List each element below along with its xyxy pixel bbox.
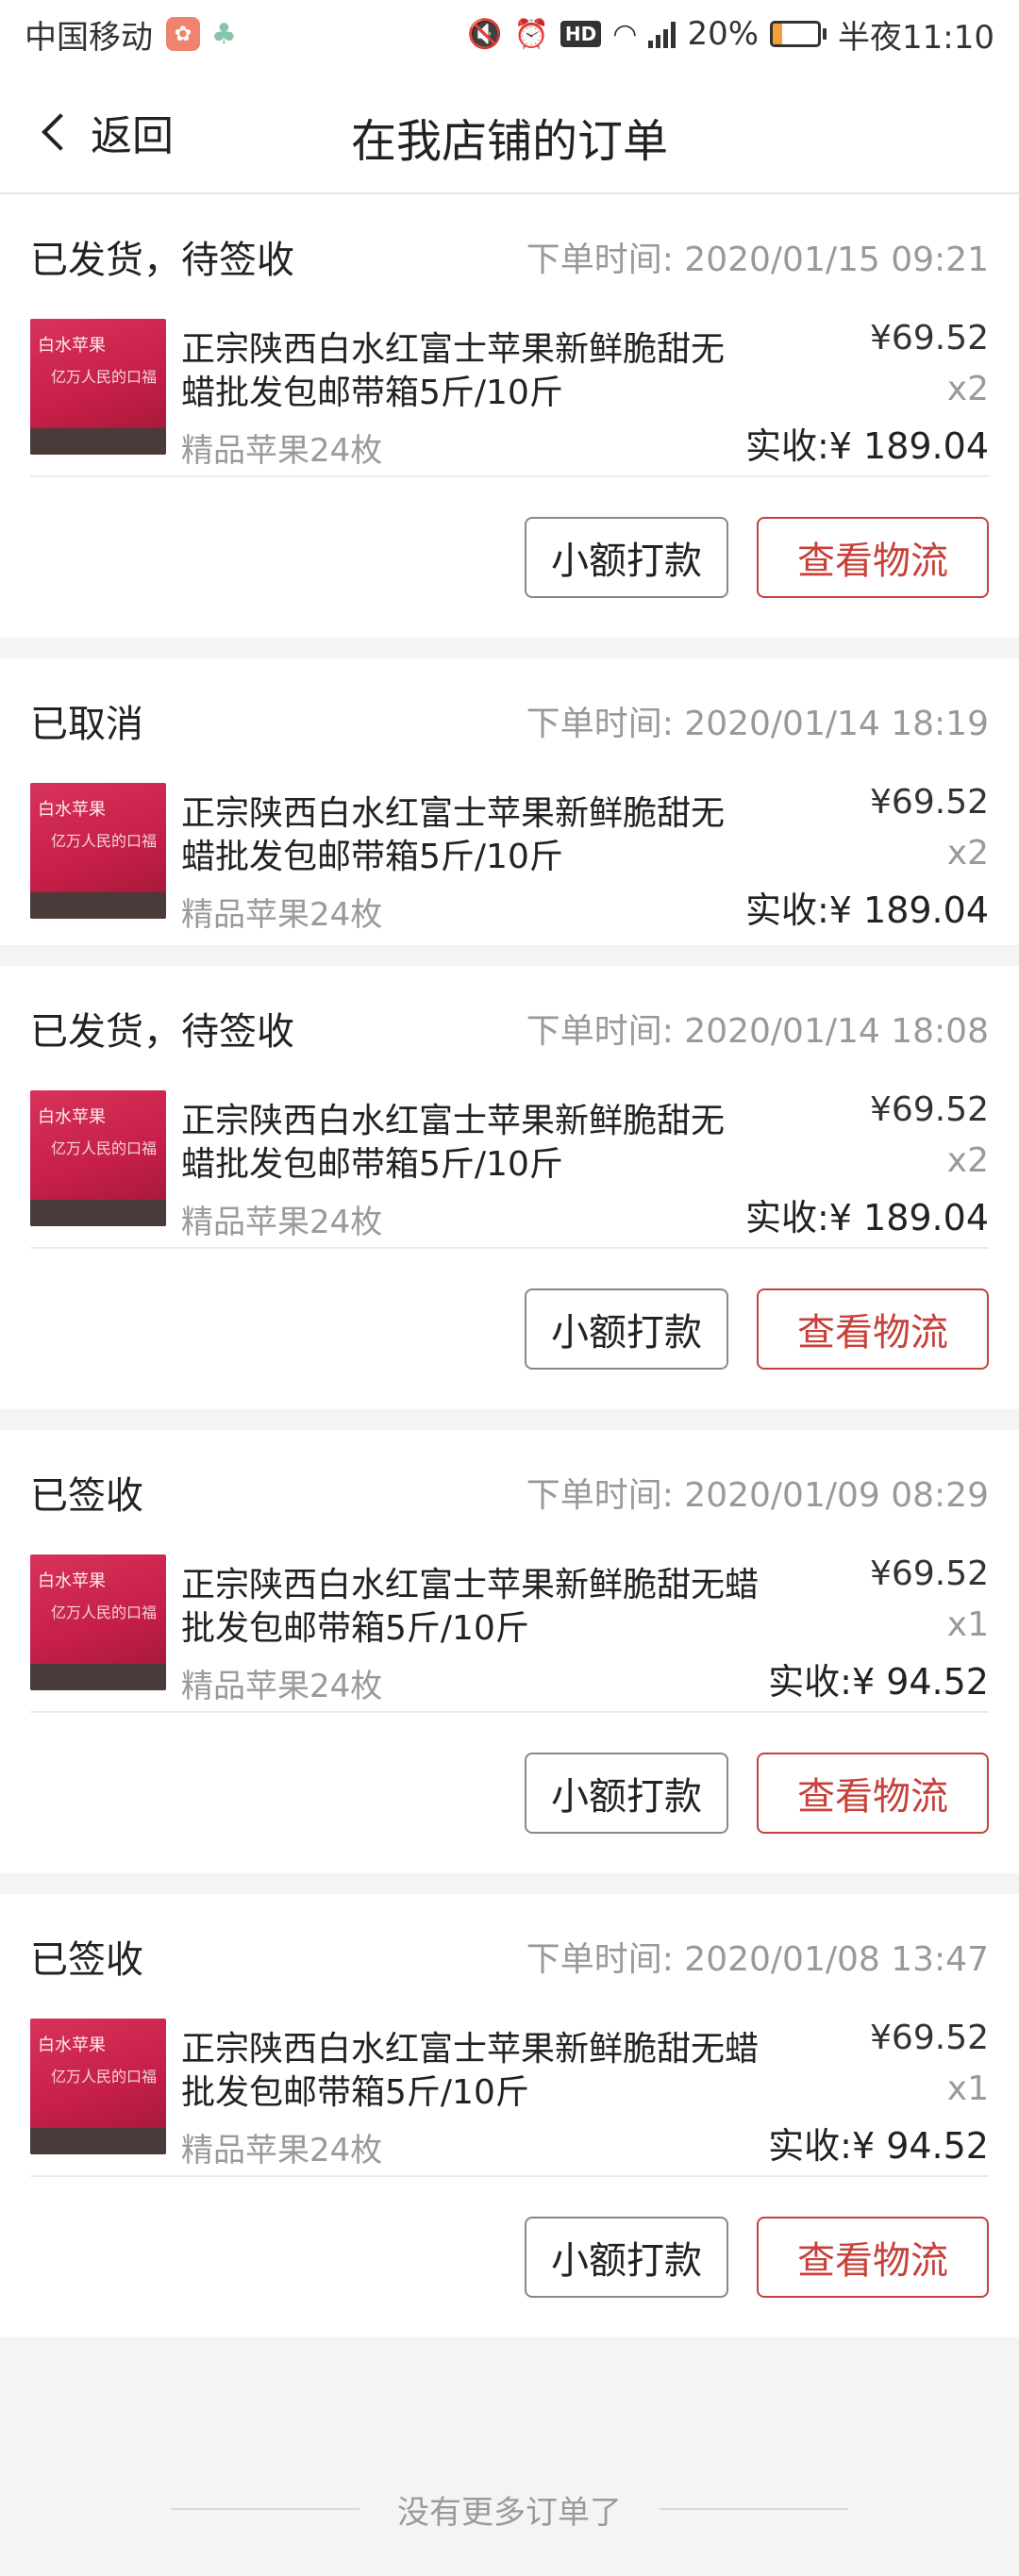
product-image: 白水苹果 亿万人民的口福 xyxy=(30,783,166,919)
view-logistics-button[interactable]: 查看物流 xyxy=(757,1288,989,1370)
order-total: 实收:¥ 189.04 xyxy=(744,889,989,931)
order-time: 下单时间: 2020/01/14 18:08 xyxy=(526,1012,989,1051)
no-more-orders-text: 没有更多订单了 xyxy=(397,2493,622,2532)
divider-line xyxy=(660,2508,848,2510)
order-card: 已签收 下单时间: 2020/01/08 13:47 白水苹果 亿万人民的口福 正… xyxy=(0,1894,1019,2337)
order-header: 已发货，待签收 下单时间: 2020/01/15 09:21 xyxy=(30,194,989,319)
order-item[interactable]: 白水苹果 亿万人民的口福 正宗陕西白水红富士苹果新鲜脆甜无蜡批发包邮带箱5斤/10… xyxy=(30,1554,989,1713)
product-price: ¥69.52 xyxy=(870,2019,989,2057)
product-sku: 精品苹果24枚 xyxy=(181,896,383,934)
view-logistics-button[interactable]: 查看物流 xyxy=(757,2217,989,2298)
order-time: 下单时间: 2020/01/14 18:19 xyxy=(526,705,989,743)
order-status: 已签收 xyxy=(30,1474,143,1518)
order-status: 已取消 xyxy=(30,703,143,746)
status-left: 中国移动 ✿ ♣ xyxy=(25,11,237,58)
product-sku: 精品苹果24枚 xyxy=(181,1204,383,1241)
clock: 半夜11:10 xyxy=(838,18,994,57)
order-item[interactable]: 白水苹果 亿万人民的口福 正宗陕西白水红富士苹果新鲜脆甜无蜡批发包邮带箱5斤/10… xyxy=(30,319,989,477)
product-name: 正宗陕西白水红富士苹果新鲜脆甜无蜡批发包邮带箱5斤/10斤 xyxy=(181,2030,760,2112)
product-quantity: x1 xyxy=(946,2069,989,2108)
order-time: 下单时间: 2020/01/09 08:29 xyxy=(526,1476,989,1515)
order-header: 已签收 下单时间: 2020/01/09 08:29 xyxy=(30,1430,989,1554)
status-right: 🔇 ⏰ HD ◠ 20% 半夜11:10 xyxy=(467,11,994,58)
product-price: ¥69.52 xyxy=(870,783,989,822)
order-header: 已取消 下单时间: 2020/01/14 18:19 xyxy=(30,658,989,783)
product-price: ¥69.52 xyxy=(870,1090,989,1129)
battery-percent: 20% xyxy=(687,15,760,53)
product-price: ¥69.52 xyxy=(870,319,989,357)
small-transfer-button[interactable]: 小额打款 xyxy=(525,1288,728,1370)
app-notification-icon: ✿ xyxy=(166,17,200,51)
nav-bar: 返回 在我店铺的订单 xyxy=(0,68,1019,194)
product-quantity: x1 xyxy=(946,1605,989,1644)
list-end-footer: 没有更多订单了 xyxy=(0,2462,1019,2556)
hd-icon: HD xyxy=(560,21,602,47)
carrier-label: 中国移动 xyxy=(25,18,153,57)
order-actions: 小额打款 查看物流 xyxy=(30,1713,989,1873)
battery-fill xyxy=(773,24,782,44)
product-image: 白水苹果 亿万人民的口福 xyxy=(30,1090,166,1226)
product-name: 正宗陕西白水红富士苹果新鲜脆甜无蜡批发包邮带箱5斤/10斤 xyxy=(181,1566,760,1648)
order-header: 已签收 下单时间: 2020/01/08 13:47 xyxy=(30,1894,989,2019)
product-price: ¥69.52 xyxy=(870,1554,989,1593)
order-total: 实收:¥ 94.52 xyxy=(768,1661,989,1703)
product-quantity: x2 xyxy=(946,370,989,408)
order-item[interactable]: 白水苹果 亿万人民的口福 正宗陕西白水红富士苹果新鲜脆甜无蜡批发包邮带箱5斤/10… xyxy=(30,1090,989,1249)
status-bar: 中国移动 ✿ ♣ 🔇 ⏰ HD ◠ 20% 半夜11:10 xyxy=(0,0,1019,68)
product-sku: 精品苹果24枚 xyxy=(181,432,383,470)
product-sku: 精品苹果24枚 xyxy=(181,2132,383,2169)
order-status: 已发货，待签收 xyxy=(30,239,294,282)
order-card: 已发货，待签收 下单时间: 2020/01/15 09:21 白水苹果 亿万人民的… xyxy=(0,194,1019,638)
small-transfer-button[interactable]: 小额打款 xyxy=(525,1753,728,1834)
small-transfer-button[interactable]: 小额打款 xyxy=(525,517,728,598)
order-item[interactable]: 白水苹果 亿万人民的口福 正宗陕西白水红富士苹果新鲜脆甜无蜡批发包邮带箱5斤/10… xyxy=(30,2019,989,2177)
divider-line xyxy=(171,2508,359,2510)
battery-icon xyxy=(770,21,827,47)
product-name: 正宗陕西白水红富士苹果新鲜脆甜无蜡批发包邮带箱5斤/10斤 xyxy=(181,794,726,876)
view-logistics-button[interactable]: 查看物流 xyxy=(757,1753,989,1834)
order-time: 下单时间: 2020/01/08 13:47 xyxy=(526,1940,989,1979)
product-image: 白水苹果 亿万人民的口福 xyxy=(30,2019,166,2154)
order-actions: 小额打款 查看物流 xyxy=(30,477,989,638)
product-sku: 精品苹果24枚 xyxy=(181,1668,383,1705)
product-quantity: x2 xyxy=(946,1141,989,1180)
product-image: 白水苹果 亿万人民的口福 xyxy=(30,319,166,455)
order-status: 已签收 xyxy=(30,1938,143,1982)
order-item[interactable]: 白水苹果 亿万人民的口福 正宗陕西白水红富士苹果新鲜脆甜无蜡批发包邮带箱5斤/10… xyxy=(30,783,989,945)
order-time: 下单时间: 2020/01/15 09:21 xyxy=(526,241,989,279)
product-quantity: x2 xyxy=(946,834,989,873)
order-card: 已签收 下单时间: 2020/01/09 08:29 白水苹果 亿万人民的口福 正… xyxy=(0,1430,1019,1873)
order-total: 实收:¥ 189.04 xyxy=(744,425,989,467)
alarm-icon: ⏰ xyxy=(513,17,549,51)
order-card: 已发货，待签收 下单时间: 2020/01/14 18:08 白水苹果 亿万人民的… xyxy=(0,966,1019,1409)
view-logistics-button[interactable]: 查看物流 xyxy=(757,517,989,598)
order-total: 实收:¥ 94.52 xyxy=(768,2125,989,2167)
order-actions: 小额打款 查看物流 xyxy=(30,2177,989,2337)
wifi-icon: ◠ xyxy=(612,17,638,51)
app-leaf-icon: ♣ xyxy=(211,17,237,51)
product-name: 正宗陕西白水红富士苹果新鲜脆甜无蜡批发包邮带箱5斤/10斤 xyxy=(181,330,726,412)
page-title: 在我店铺的订单 xyxy=(350,115,668,168)
mute-icon: 🔇 xyxy=(467,17,503,51)
signal-icon xyxy=(648,20,677,48)
order-total: 实收:¥ 189.04 xyxy=(744,1197,989,1238)
order-card: 已取消 下单时间: 2020/01/14 18:19 白水苹果 亿万人民的口福 正… xyxy=(0,658,1019,945)
small-transfer-button[interactable]: 小额打款 xyxy=(525,2217,728,2298)
product-name: 正宗陕西白水红富士苹果新鲜脆甜无蜡批发包邮带箱5斤/10斤 xyxy=(181,1102,726,1184)
order-status: 已发货，待签收 xyxy=(30,1010,294,1054)
product-image: 白水苹果 亿万人民的口福 xyxy=(30,1554,166,1690)
order-list: 已发货，待签收 下单时间: 2020/01/15 09:21 白水苹果 亿万人民的… xyxy=(0,194,1019,2358)
order-header: 已发货，待签收 下单时间: 2020/01/14 18:08 xyxy=(30,966,989,1090)
order-actions: 小额打款 查看物流 xyxy=(30,1249,989,1409)
